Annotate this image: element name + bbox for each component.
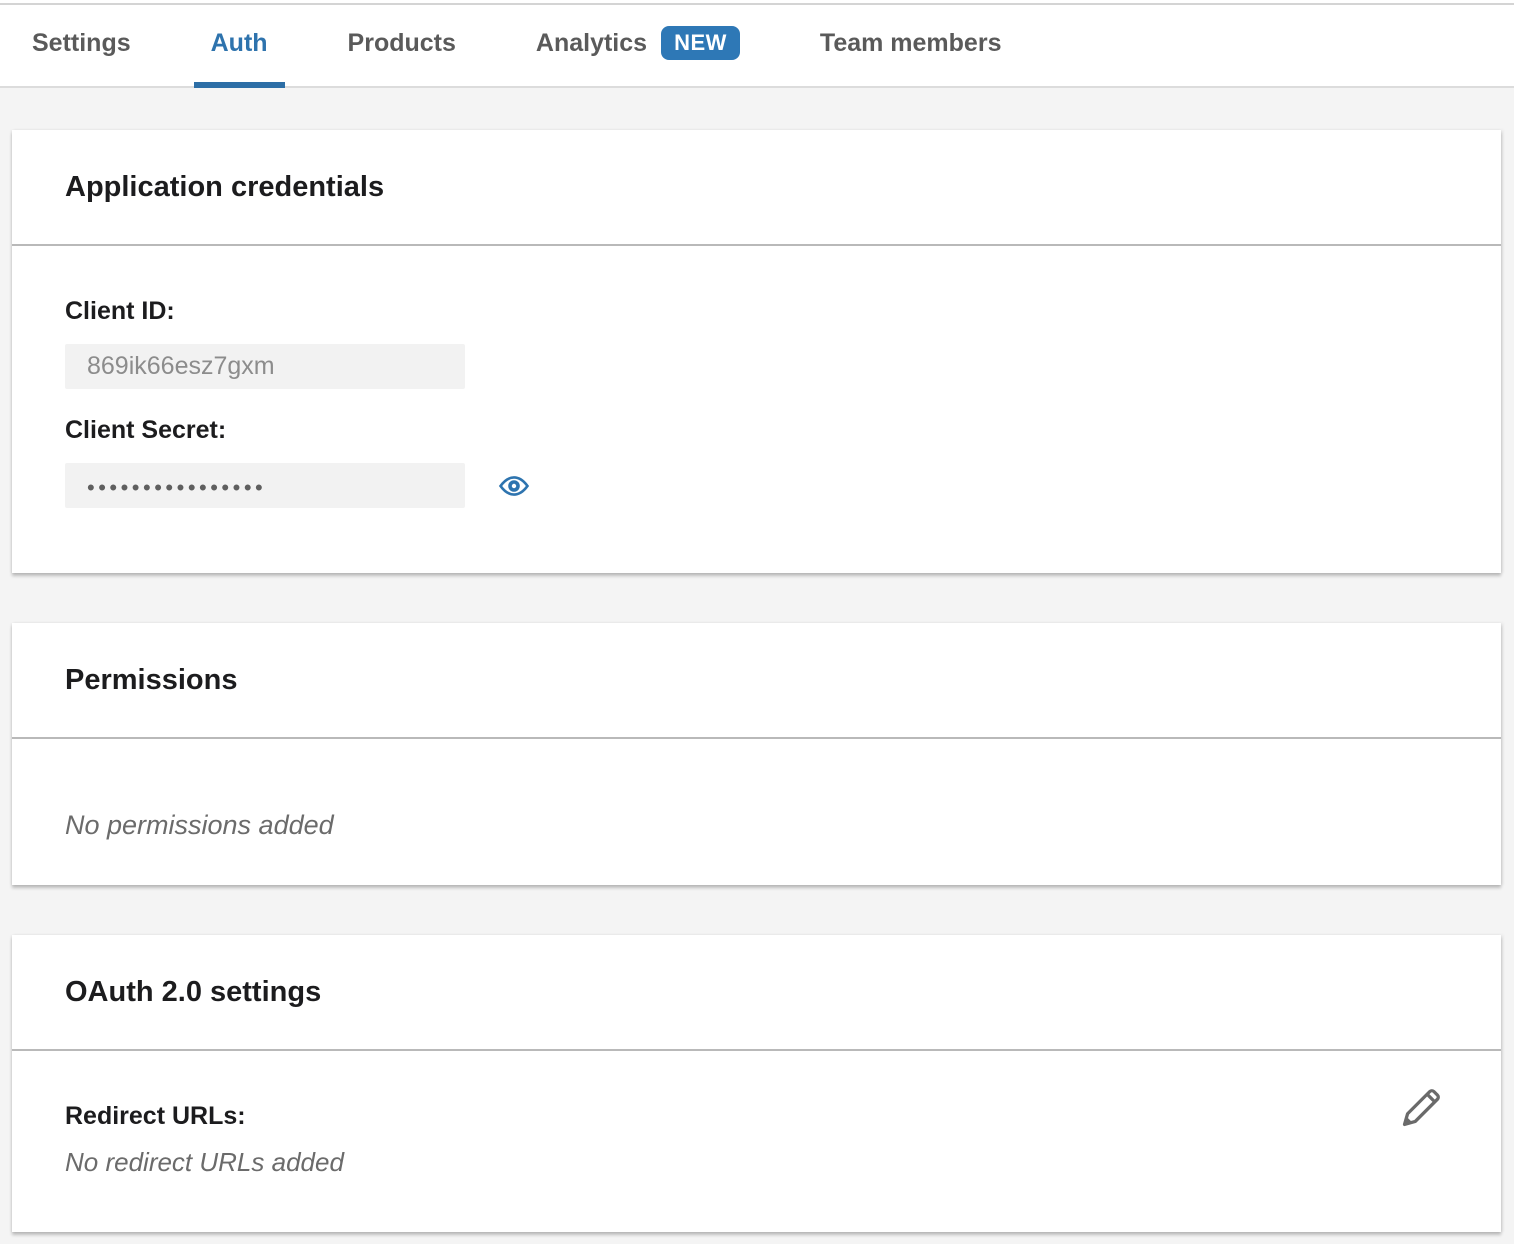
oauth-settings-body: Redirect URLs: No redirect URLs added [12, 1051, 1501, 1178]
oauth-settings-card: OAuth 2.0 settings Redirect URLs: No red… [12, 935, 1501, 1232]
eye-icon [498, 470, 530, 502]
client-secret-field[interactable]: •••••••••••••••• [65, 463, 465, 508]
tab-team-members[interactable]: Team members [803, 0, 1019, 86]
tab-products[interactable]: Products [331, 0, 473, 86]
redirect-urls-label: Redirect URLs: [65, 1101, 1501, 1131]
client-id-label: Client ID: [65, 246, 1501, 326]
tab-team-members-label: Team members [820, 29, 1002, 58]
permissions-title: Permissions [65, 664, 237, 697]
permissions-card: Permissions No permissions added [12, 623, 1501, 885]
tab-bar: Settings Auth Products Analytics NEW Tea… [0, 0, 1514, 88]
client-secret-row: •••••••••••••••• [65, 445, 1501, 508]
client-id-field[interactable]: 869ik66esz7gxm [65, 344, 465, 389]
tab-analytics-label: Analytics [536, 29, 647, 58]
tab-nav: Settings Auth Products Analytics NEW Tea… [0, 0, 1514, 86]
tab-auth[interactable]: Auth [194, 0, 285, 86]
oauth-settings-title: OAuth 2.0 settings [65, 976, 321, 1009]
permissions-empty-text: No permissions added [65, 809, 1501, 841]
tab-auth-label: Auth [211, 29, 268, 58]
application-credentials-body: Client ID: 869ik66esz7gxm Client Secret:… [12, 246, 1501, 508]
tab-settings[interactable]: Settings [15, 0, 148, 86]
application-credentials-title: Application credentials [65, 171, 384, 204]
new-badge: NEW [661, 26, 740, 60]
pencil-edit-icon [1398, 1085, 1444, 1131]
tab-analytics[interactable]: Analytics NEW [519, 0, 757, 86]
application-credentials-card: Application credentials Client ID: 869ik… [12, 130, 1501, 573]
tab-settings-label: Settings [32, 29, 131, 58]
client-secret-label: Client Secret: [65, 389, 1501, 445]
application-credentials-header: Application credentials [12, 130, 1501, 246]
oauth-settings-header: OAuth 2.0 settings [12, 935, 1501, 1051]
redirect-urls-empty-text: No redirect URLs added [65, 1146, 1501, 1178]
reveal-secret-button[interactable] [498, 470, 530, 502]
permissions-body: No permissions added [12, 739, 1501, 841]
tab-products-label: Products [348, 29, 456, 58]
permissions-header: Permissions [12, 623, 1501, 739]
edit-redirect-urls-button[interactable] [1398, 1085, 1444, 1131]
